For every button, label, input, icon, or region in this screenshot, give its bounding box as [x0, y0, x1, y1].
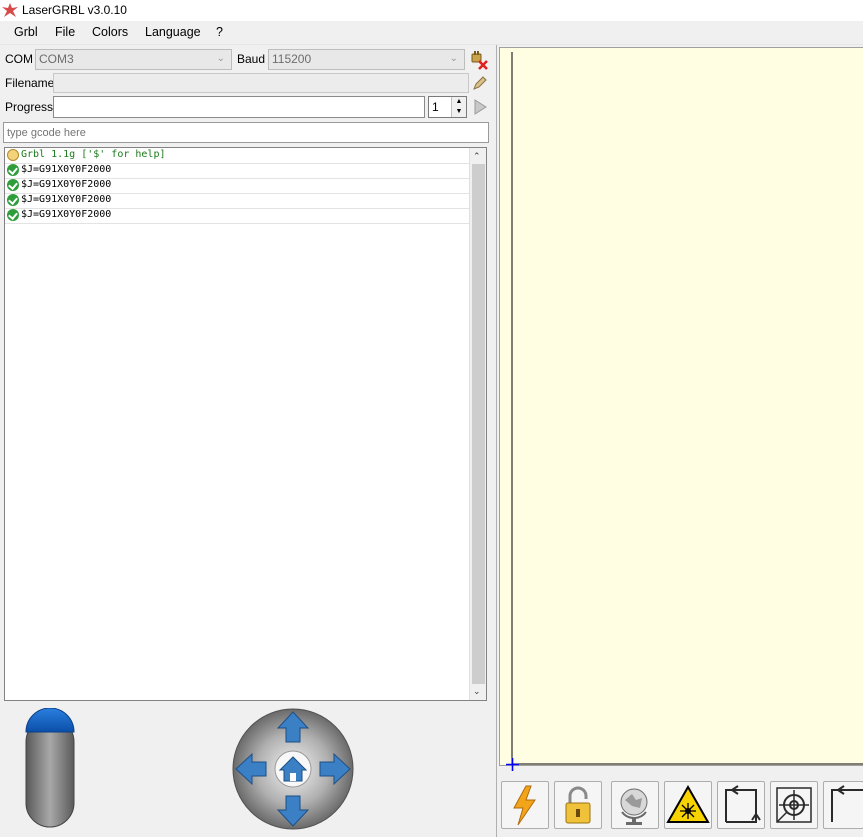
menu-file[interactable]: File [55, 25, 75, 39]
preview-canvas[interactable] [499, 47, 863, 771]
frame-corners-icon [725, 785, 761, 823]
crosshair-target-icon [776, 787, 812, 823]
spinner-up-icon[interactable]: ▲ [452, 97, 466, 107]
frame-button[interactable] [823, 781, 863, 829]
ok-icon [7, 179, 19, 191]
menu-grbl[interactable]: Grbl [14, 25, 38, 39]
globe-icon [620, 788, 648, 825]
grbl-info-icon [7, 149, 19, 161]
scroll-up-icon[interactable]: ⌃ [473, 151, 481, 162]
laser-warning-icon [666, 784, 710, 823]
laser-leaf-icon [2, 3, 18, 17]
progress-label: Progress [5, 100, 54, 114]
filename-label: Filename [5, 76, 55, 90]
com-port-select[interactable]: COM3 ⌄ [35, 49, 232, 70]
disconnect-plug-icon[interactable] [469, 50, 489, 70]
passes-value: 1 [432, 100, 439, 114]
title-bar: LaserGRBL v3.0.10 [0, 0, 863, 21]
scroll-down-icon[interactable]: ⌄ [473, 686, 481, 697]
com-label: COM [5, 52, 33, 66]
frame-icon [831, 785, 863, 822]
speed-slider[interactable] [25, 707, 75, 828]
laser-fire-button[interactable] [664, 781, 712, 829]
window-title: LaserGRBL v3.0.10 [22, 3, 127, 17]
unlock-padlock-icon [565, 786, 591, 824]
console-line-text: $J=G91X0Y0F2000 [21, 194, 112, 205]
baud-rate-value: 115200 [272, 52, 312, 66]
home-icon[interactable] [274, 750, 312, 788]
console-line-text: $J=G91X0Y0F2000 [21, 179, 112, 190]
menu-bar: Grbl File Colors Language ? [0, 21, 863, 45]
jog-pad [232, 708, 354, 830]
spinner-down-icon[interactable]: ▼ [452, 107, 466, 117]
grbl-reset-button[interactable] [501, 781, 549, 829]
goto-origin-button[interactable] [611, 781, 659, 829]
com-port-value: COM3 [39, 52, 74, 66]
chevron-down-icon: ⌄ [449, 53, 458, 64]
filename-field[interactable] [53, 73, 469, 93]
console-scrollbar[interactable]: ⌃ ⌄ [469, 148, 486, 700]
passes-spinner[interactable]: 1 ▲ ▼ [428, 96, 467, 118]
ok-icon [7, 194, 19, 206]
unlock-button[interactable] [554, 781, 602, 829]
progress-bar [53, 96, 425, 118]
scroll-thumb[interactable] [472, 164, 485, 684]
slider-track-icon [25, 707, 75, 828]
run-play-icon[interactable] [473, 99, 487, 115]
baud-label: Baud [237, 52, 266, 66]
reset-lightning-icon [513, 785, 536, 826]
right-panel [496, 45, 863, 837]
menu-language[interactable]: Language [145, 25, 201, 39]
origin-cross-icon [506, 758, 519, 771]
console-line-text: $J=G91X0Y0F2000 [21, 209, 112, 220]
ok-icon [7, 209, 19, 221]
menu-help[interactable]: ? [216, 25, 223, 39]
menu-colors[interactable]: Colors [92, 25, 128, 39]
console-line: Grbl 1.1g ['$' for help] [5, 148, 470, 164]
console-line: $J=G91X0Y0F2000 [5, 208, 470, 224]
console-line-text: Grbl 1.1g ['$' for help] [21, 149, 166, 160]
baud-rate-select[interactable]: 115200 ⌄ [268, 49, 465, 70]
console-line-text: $J=G91X0Y0F2000 [21, 164, 112, 175]
console-line: $J=G91X0Y0F2000 [5, 163, 470, 179]
open-file-pencil-icon[interactable] [472, 75, 488, 91]
chevron-down-icon: ⌄ [216, 53, 225, 64]
console-line: $J=G91X0Y0F2000 [5, 193, 470, 209]
frame-corners-button[interactable] [717, 781, 765, 829]
console-log: Grbl 1.1g ['$' for help] $J=G91X0Y0F2000 $… [4, 147, 487, 701]
console-line: $J=G91X0Y0F2000 [5, 178, 470, 194]
ok-icon [7, 164, 19, 176]
center-target-button[interactable] [770, 781, 818, 829]
gcode-command-input[interactable] [3, 122, 489, 143]
preview-axes [511, 52, 863, 765]
